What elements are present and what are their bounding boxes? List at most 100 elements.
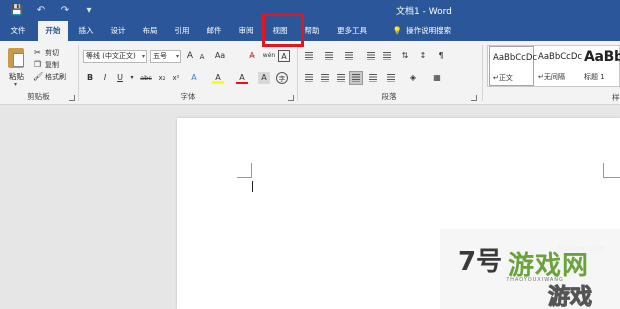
styles-group-label: 样 bbox=[612, 93, 620, 102]
tab-review[interactable]: 审阅 bbox=[232, 21, 260, 41]
paragraph-dialog-launcher-icon[interactable] bbox=[471, 95, 477, 101]
copy-label: 复制 bbox=[45, 60, 59, 69]
font-name-value: 等线 (中文正文) bbox=[86, 52, 136, 60]
paragraph-group-label: 段落 bbox=[381, 92, 397, 101]
margin-mark bbox=[251, 163, 252, 178]
numbering-icon[interactable] bbox=[323, 50, 335, 62]
underline-dropdown-icon[interactable]: ▾ bbox=[126, 72, 138, 84]
chevron-down-icon: ▾ bbox=[141, 53, 145, 60]
title-bar: 💾 ↶ ↷ ▾ 文档1 - Word bbox=[0, 0, 620, 21]
chevron-down-icon: ▾ bbox=[175, 53, 179, 60]
show-marks-icon[interactable]: ¶ bbox=[435, 50, 447, 62]
watermark: 7号 游戏网 7haoyx.com 7HAOYOUXIWANG 游戏 bbox=[440, 229, 620, 309]
watermark-url: 7haoyx.com bbox=[556, 244, 606, 253]
cut-button[interactable]: ✂ 剪切 bbox=[33, 47, 59, 58]
style-no-spacing-name: ↵无间隔 bbox=[538, 73, 565, 81]
paste-icon[interactable] bbox=[8, 48, 24, 68]
tab-file[interactable]: 文件 bbox=[4, 21, 32, 41]
style-no-spacing-preview: AaBbCcDc bbox=[538, 52, 583, 62]
bold-button[interactable]: B bbox=[84, 72, 96, 84]
style-normal-preview: AaBbCcDc bbox=[493, 53, 538, 63]
font-group: 等线 (中文正文) ▾ 五号 ▾ A A Aa A̶ wén A B I U ▾ a… bbox=[80, 43, 296, 103]
watermark-logo: 7号 bbox=[458, 247, 503, 277]
text-cursor bbox=[252, 181, 253, 192]
text-effects-button[interactable]: A bbox=[188, 72, 200, 84]
increase-indent-icon[interactable] bbox=[381, 50, 393, 62]
redo-icon[interactable]: ↷ bbox=[58, 3, 72, 17]
align-center-icon[interactable] bbox=[319, 72, 331, 84]
character-shading-button[interactable]: A bbox=[258, 72, 270, 84]
character-border-button[interactable]: A bbox=[278, 50, 290, 62]
highlight-button[interactable]: A bbox=[212, 72, 224, 84]
view-tab-highlight-box bbox=[262, 13, 304, 47]
align-left-icon[interactable] bbox=[303, 72, 315, 84]
undo-icon[interactable]: ↶ bbox=[34, 3, 48, 17]
clipboard-group-label: 剪贴板 bbox=[27, 92, 50, 101]
format-painter-label: 格式刷 bbox=[45, 72, 66, 81]
strikethrough-button[interactable]: abc bbox=[138, 72, 154, 84]
borders-icon[interactable]: ▦ bbox=[431, 72, 443, 84]
copy-icon: ❐ bbox=[33, 60, 42, 69]
tab-references[interactable]: 引用 bbox=[168, 21, 196, 41]
clipboard-group: 粘贴 ▾ ✂ 剪切 ❐ 复制 🖌 格式刷 剪贴板 bbox=[0, 43, 77, 103]
tab-layout[interactable]: 布局 bbox=[136, 21, 164, 41]
font-color-button[interactable]: A bbox=[236, 72, 248, 84]
shrink-font-button[interactable]: A bbox=[196, 51, 208, 63]
window-title: 文档1 - Word bbox=[396, 7, 452, 17]
multilevel-list-icon[interactable] bbox=[343, 50, 355, 62]
paste-dropdown-icon[interactable]: ▾ bbox=[14, 81, 17, 88]
tab-more-tools[interactable]: 更多工具 bbox=[332, 21, 372, 41]
scissors-icon: ✂ bbox=[34, 48, 41, 57]
line-spacing-icon[interactable] bbox=[385, 72, 397, 84]
font-size-value: 五号 bbox=[153, 52, 167, 60]
style-heading-1-preview: AaBb bbox=[584, 49, 620, 65]
bullets-icon[interactable] bbox=[303, 50, 315, 62]
quick-access-toolbar: 💾 ↶ ↷ ▾ bbox=[10, 3, 96, 17]
tell-me-label: 操作说明搜索 bbox=[406, 26, 452, 35]
tab-design[interactable]: 设计 bbox=[104, 21, 132, 41]
font-group-label: 字体 bbox=[180, 92, 196, 101]
change-case-button[interactable]: Aa bbox=[212, 50, 228, 62]
clipboard-dialog-launcher-icon[interactable] bbox=[69, 95, 75, 101]
styles-gallery: AaBbCcDc ↵正文 AaBbCcDc ↵无间隔 AaBb 标题 1 bbox=[487, 45, 620, 87]
margin-mark bbox=[603, 163, 604, 178]
ribbon: 粘贴 ▾ ✂ 剪切 ❐ 复制 🖌 格式刷 剪贴板 等线 (中文正文) ▾ 五号 ▾ … bbox=[0, 41, 620, 105]
align-right-icon[interactable] bbox=[335, 72, 347, 84]
shading-icon[interactable]: ◈ bbox=[407, 72, 419, 84]
distributed-icon[interactable] bbox=[367, 72, 379, 84]
style-no-spacing[interactable]: AaBbCcDc ↵无间隔 bbox=[535, 46, 583, 86]
italic-button[interactable]: I bbox=[99, 72, 111, 84]
style-normal-name: ↵正文 bbox=[493, 74, 513, 82]
watermark-bottom-text: 游戏 bbox=[547, 285, 593, 309]
grow-font-button[interactable]: A bbox=[184, 50, 196, 62]
font-dialog-launcher-icon[interactable] bbox=[288, 95, 294, 101]
tab-mailings[interactable]: 邮件 bbox=[200, 21, 228, 41]
style-heading-1-name: 标题 1 bbox=[584, 73, 605, 81]
font-size-combo[interactable]: 五号 ▾ bbox=[150, 50, 181, 63]
justify-icon[interactable] bbox=[349, 71, 363, 85]
clear-formatting-button[interactable]: A̶ bbox=[246, 50, 258, 62]
sort-icon[interactable]: ↕ bbox=[417, 50, 429, 62]
save-icon[interactable]: 💾 bbox=[10, 3, 24, 17]
tab-home[interactable]: 开始 bbox=[38, 21, 68, 41]
copy-button[interactable]: ❐ 复制 bbox=[33, 59, 59, 70]
phonetic-guide-button[interactable]: wén bbox=[262, 50, 276, 62]
format-painter-button[interactable]: 🖌 格式刷 bbox=[33, 71, 66, 82]
superscript-button[interactable]: x² bbox=[170, 72, 182, 84]
enclose-characters-button[interactable]: 字 bbox=[276, 72, 288, 84]
tab-insert[interactable]: 插入 bbox=[72, 21, 100, 41]
style-normal[interactable]: AaBbCcDc ↵正文 bbox=[489, 46, 538, 86]
tell-me-search[interactable]: 💡 操作说明搜索 bbox=[382, 21, 462, 41]
ribbon-tabs: 文件 开始 插入 设计 布局 引用 邮件 审阅 视图 帮助 更多工具 💡 操作说明… bbox=[0, 21, 620, 41]
underline-button[interactable]: U bbox=[114, 72, 126, 84]
cut-label: 剪切 bbox=[45, 48, 59, 57]
margin-mark bbox=[237, 177, 252, 178]
chinese-layout-icon[interactable]: ⇅ bbox=[399, 50, 411, 62]
font-name-combo[interactable]: 等线 (中文正文) ▾ bbox=[83, 50, 147, 63]
margin-mark bbox=[603, 177, 620, 178]
qat-dropdown-icon[interactable]: ▾ bbox=[82, 3, 96, 17]
decrease-indent-icon[interactable] bbox=[365, 50, 377, 62]
subscript-button[interactable]: x₂ bbox=[156, 72, 168, 84]
separator bbox=[78, 45, 79, 101]
style-heading-1[interactable]: AaBb 标题 1 bbox=[581, 46, 620, 86]
